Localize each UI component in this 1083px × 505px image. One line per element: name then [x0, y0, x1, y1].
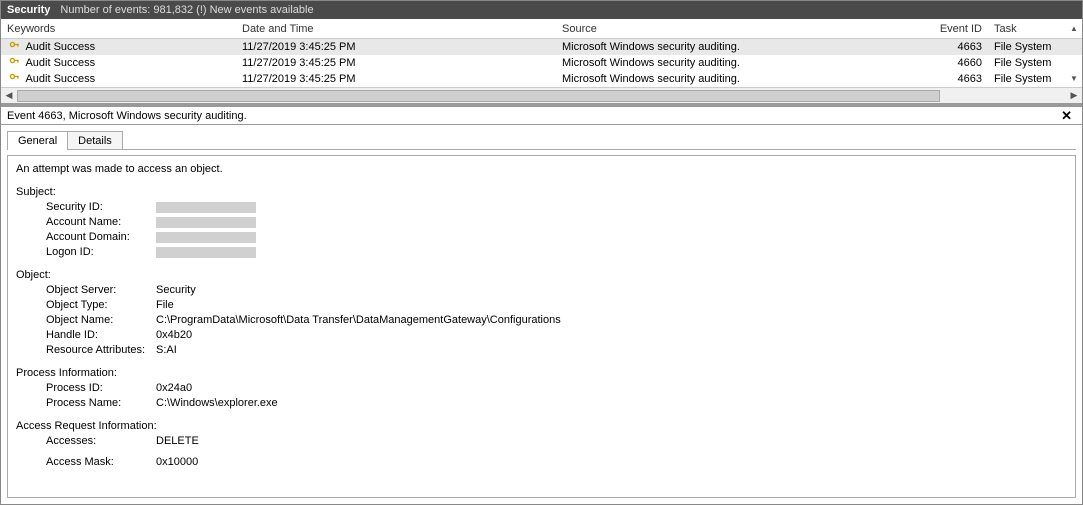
cell-keywords: Audit Success — [25, 57, 95, 69]
table-row[interactable]: Audit Success 11/27/2019 3:45:25 PM Micr… — [1, 55, 1082, 71]
value-object-server: Security — [156, 283, 1067, 298]
detail-pane-header: Event 4663, Microsoft Windows security a… — [1, 105, 1082, 125]
scrollbar-thumb[interactable] — [17, 90, 940, 102]
label-object-type: Object Type: — [16, 298, 156, 313]
table-row[interactable]: Audit Success 11/27/2019 3:45:25 PM Micr… — [1, 39, 1082, 55]
column-header-source[interactable]: Source — [556, 19, 933, 38]
section-subject-title: Subject: — [16, 185, 1067, 200]
titlebar: Security Number of events: 981,832 (!) N… — [1, 1, 1082, 19]
table-row[interactable]: Audit Success 11/27/2019 3:45:25 PM Micr… — [1, 71, 1082, 87]
key-icon — [7, 71, 21, 82]
cell-source: Microsoft Windows security auditing. — [556, 55, 933, 71]
scroll-left-button[interactable]: ◀ — [1, 88, 17, 104]
label-resource-attributes: Resource Attributes: — [16, 343, 156, 358]
tab-details[interactable]: Details — [67, 131, 123, 150]
column-header-row: Keywords Date and Time Source Event ID T… — [1, 19, 1082, 39]
value-access-mask: 0x10000 — [156, 455, 1067, 470]
detail-intro: An attempt was made to access an object. — [16, 162, 1067, 177]
cell-eventid: 4663 — [933, 39, 988, 55]
value-accesses: DELETE — [156, 434, 1067, 449]
value-resource-attributes: S:AI — [156, 343, 1067, 358]
cell-eventid: 4663 — [933, 71, 988, 87]
redacted-value — [156, 217, 256, 228]
detail-body: An attempt was made to access an object.… — [7, 155, 1076, 498]
label-handle-id: Handle ID: — [16, 328, 156, 343]
label-process-id: Process ID: — [16, 381, 156, 396]
section-object-title: Object: — [16, 268, 1067, 283]
cell-source: Microsoft Windows security auditing. — [556, 71, 933, 87]
cell-datetime: 11/27/2019 3:45:25 PM — [236, 39, 556, 55]
redacted-value — [156, 202, 256, 213]
event-viewer-window: Security Number of events: 981,832 (!) N… — [0, 0, 1083, 505]
cell-source: Microsoft Windows security auditing. — [556, 39, 933, 55]
value-process-name: C:\Windows\explorer.exe — [156, 396, 1067, 411]
label-security-id: Security ID: — [16, 200, 156, 215]
event-list-pane: Keywords Date and Time Source Event ID T… — [1, 19, 1082, 105]
cell-taskcategory: File System — [988, 71, 1066, 87]
cell-taskcategory: File System — [988, 39, 1066, 55]
value-process-id: 0x24a0 — [156, 381, 1067, 396]
log-name: Security — [7, 1, 50, 19]
column-header-eventid[interactable]: Event ID — [933, 19, 988, 38]
label-access-mask: Access Mask: — [16, 455, 156, 470]
detail-tabs: General Details — [1, 125, 1082, 150]
section-access-title: Access Request Information: — [16, 419, 1067, 434]
key-icon — [7, 39, 21, 50]
cell-eventid: 4660 — [933, 55, 988, 71]
close-icon: ✕ — [1061, 108, 1072, 123]
chevron-down-icon: ▼ — [1070, 75, 1078, 83]
column-header-keywords[interactable]: Keywords — [1, 19, 236, 38]
detail-title: Event 4663, Microsoft Windows security a… — [7, 106, 247, 126]
label-logon-id: Logon ID: — [16, 245, 156, 260]
redacted-value — [156, 232, 256, 243]
column-header-taskcategory[interactable]: Task Category — [988, 19, 1066, 38]
scrollbar-track[interactable] — [17, 88, 1066, 104]
scroll-up-button[interactable]: ▲ — [1066, 19, 1082, 38]
redacted-value — [156, 247, 256, 258]
key-icon — [7, 55, 21, 66]
cell-datetime: 11/27/2019 3:45:25 PM — [236, 71, 556, 87]
scroll-down-button[interactable]: ▼ — [1066, 71, 1082, 87]
label-account-domain: Account Domain: — [16, 230, 156, 245]
label-accesses: Accesses: — [16, 434, 156, 449]
tab-general[interactable]: General — [7, 131, 68, 150]
scroll-right-button[interactable]: ▶ — [1066, 88, 1082, 104]
cell-keywords: Audit Success — [25, 41, 95, 53]
event-rows: Audit Success 11/27/2019 3:45:25 PM Micr… — [1, 39, 1082, 87]
label-process-name: Process Name: — [16, 396, 156, 411]
label-object-name: Object Name: — [16, 313, 156, 328]
value-handle-id: 0x4b20 — [156, 328, 1067, 343]
label-object-server: Object Server: — [16, 283, 156, 298]
close-detail-button[interactable]: ✕ — [1057, 106, 1076, 126]
chevron-up-icon: ▲ — [1070, 25, 1078, 33]
label-account-name: Account Name: — [16, 215, 156, 230]
horizontal-scrollbar[interactable]: ◀ ▶ — [1, 87, 1082, 103]
cell-keywords: Audit Success — [25, 73, 95, 85]
value-object-type: File — [156, 298, 1067, 313]
cell-taskcategory: File System — [988, 55, 1066, 71]
column-header-datetime[interactable]: Date and Time — [236, 19, 556, 38]
log-status: Number of events: 981,832 (!) New events… — [60, 1, 313, 19]
section-process-title: Process Information: — [16, 366, 1067, 381]
cell-datetime: 11/27/2019 3:45:25 PM — [236, 55, 556, 71]
value-object-name: C:\ProgramData\Microsoft\Data Transfer\D… — [156, 313, 1067, 328]
